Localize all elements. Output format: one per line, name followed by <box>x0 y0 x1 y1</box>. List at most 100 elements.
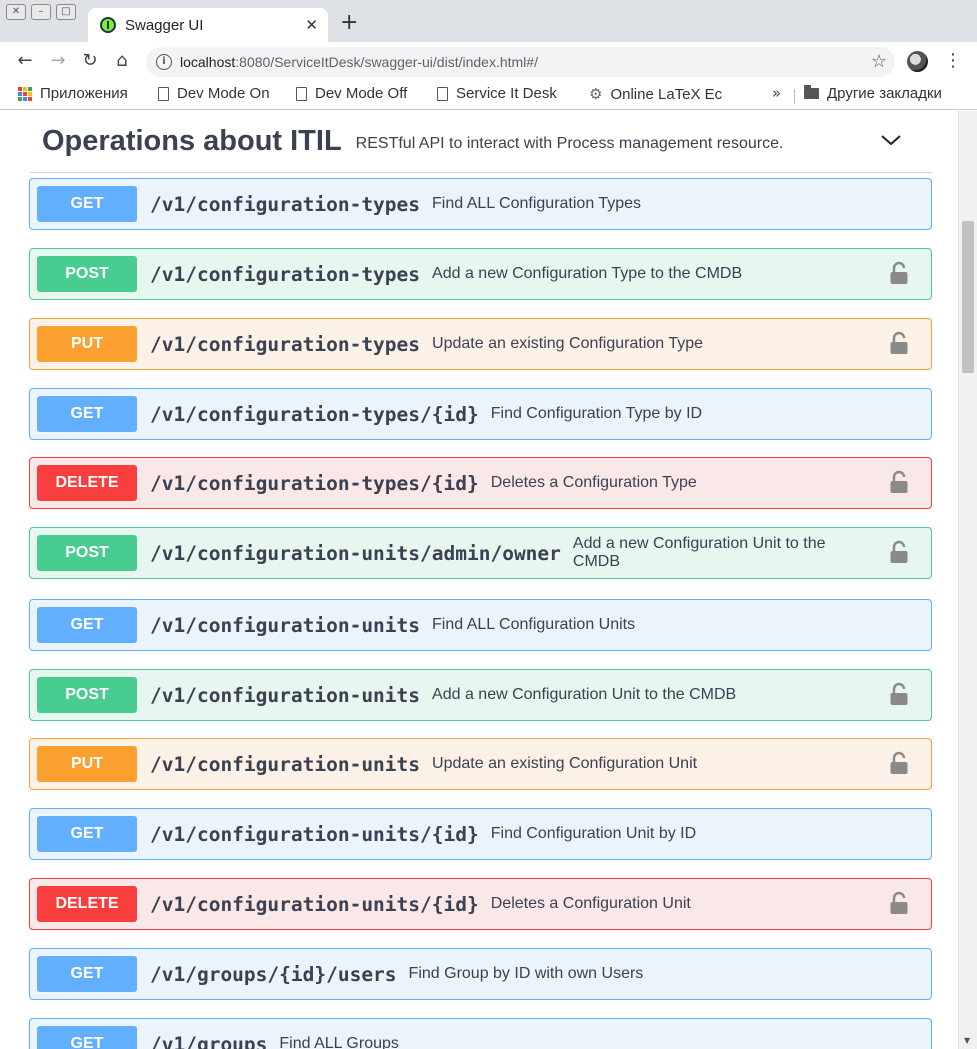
operation-summary: Deletes a Configuration Unit <box>490 895 691 912</box>
tab-close-icon[interactable]: ✕ <box>305 16 318 34</box>
operation-row-post[interactable]: POST/v1/configuration-units Add a new Con… <box>29 669 932 721</box>
tab-strip: ✕ – □ Swagger UI ✕ + <box>0 0 977 42</box>
operation-row-post[interactable]: POST/v1/configuration-types Add a new Con… <box>29 248 932 300</box>
method-badge: GET <box>37 816 137 852</box>
folder-icon <box>804 85 819 99</box>
apps-icon <box>18 86 32 101</box>
operation-row-put[interactable]: PUT/v1/configuration-types Update an exis… <box>29 318 932 370</box>
bookmark-online-latex[interactable]: ⚙ Online LaTeX Ec <box>589 85 727 103</box>
unlocked-padlock-icon[interactable] <box>889 891 909 915</box>
page-viewport: Operations about ITIL RESTful API to int… <box>0 111 958 1049</box>
operation-row-get[interactable]: GET/v1/groups/{id}/users Find Group by ID… <box>29 948 932 1000</box>
operation-row-get[interactable]: GET/v1/configuration-units/{id} Find Conf… <box>29 808 932 860</box>
operation-row-get[interactable]: GET/v1/groups Find ALL Groups <box>29 1018 932 1049</box>
operations-section-header[interactable]: Operations about ITIL RESTful API to int… <box>30 111 932 173</box>
unlocked-padlock-icon[interactable] <box>889 540 909 564</box>
unlocked-padlock-icon[interactable] <box>889 470 909 494</box>
window-maximize-button[interactable]: □ <box>56 4 76 20</box>
operation-summary: Add a new Configuration Unit to the CMDB <box>572 535 826 570</box>
section-description: RESTful API to interact with Process man… <box>355 134 784 152</box>
info-icon[interactable]: i <box>156 54 172 70</box>
operation-row-delete[interactable]: DELETE/v1/configuration-units/{id} Delete… <box>29 878 932 930</box>
operation-path: /v1/configuration-types/{id} <box>150 471 479 495</box>
scroll-down-arrow-icon[interactable]: ▼ <box>964 1036 970 1045</box>
operation-row-get[interactable]: GET/v1/configuration-types Find ALL Confi… <box>29 178 932 230</box>
bookmark-label: Dev Mode Off <box>315 85 408 102</box>
method-badge: GET <box>37 956 137 992</box>
operation-summary: Find ALL Configuration Types <box>432 195 642 212</box>
operation-path: /v1/configuration-types/{id} <box>150 402 479 426</box>
profile-avatar[interactable] <box>907 51 928 72</box>
home-icon[interactable]: ⌂ <box>111 50 133 72</box>
bookmark-dev-mode-off[interactable]: Dev Mode Off <box>296 85 407 102</box>
menu-kebab-icon[interactable]: ⋮ <box>944 50 962 71</box>
bookmark-dev-mode-on[interactable]: Dev Mode On <box>158 85 270 102</box>
unlocked-padlock-icon[interactable] <box>889 331 909 355</box>
unlocked-padlock-icon[interactable] <box>889 682 909 706</box>
operation-path: /v1/configuration-units/{id} <box>150 822 479 846</box>
operation-path: /v1/configuration-units <box>150 613 421 637</box>
method-badge: GET <box>37 1026 137 1049</box>
operation-summary: Find Configuration Type by ID <box>490 405 703 422</box>
operation-row-get[interactable]: GET/v1/configuration-units Find ALL Confi… <box>29 599 932 651</box>
method-badge: DELETE <box>37 465 137 501</box>
url-text[interactable]: localhost:8080/ServiceItDesk/swagger-ui/… <box>180 54 538 70</box>
gear-icon: ⚙ <box>589 85 603 103</box>
operation-summary: Find ALL Groups <box>279 1035 399 1049</box>
section-title: Operations about ITIL <box>42 125 342 157</box>
operation-summary: Update an existing Configuration Unit <box>432 755 698 772</box>
operation-row-post[interactable]: POST/v1/configuration-units/admin/owner A… <box>29 527 932 579</box>
url-host: localhost <box>180 54 236 70</box>
operation-path: /v1/configuration-units <box>150 683 421 707</box>
bookmark-label: Service It Desk <box>456 85 557 102</box>
scrollbar-thumb[interactable] <box>962 221 974 373</box>
operation-row-put[interactable]: PUT/v1/configuration-units Update an exis… <box>29 738 932 790</box>
operation-summary: Find Configuration Unit by ID <box>490 825 697 842</box>
operation-summary: Add a new Configuration Type to the CMDB <box>432 265 743 282</box>
bookmark-apps[interactable]: Приложения <box>18 85 128 102</box>
unlocked-padlock-icon[interactable] <box>889 261 909 285</box>
chevron-down-icon[interactable] <box>880 129 902 151</box>
unlocked-padlock-icon[interactable] <box>889 751 909 775</box>
bookmarks-bar: Приложения Dev Mode On Dev Mode Off Serv… <box>0 80 977 110</box>
page-icon <box>437 86 448 101</box>
method-badge: DELETE <box>37 886 137 922</box>
operation-row-get[interactable]: GET/v1/configuration-types/{id} Find Conf… <box>29 388 932 440</box>
method-badge: POST <box>37 535 137 571</box>
bookmarks-overflow-chevron[interactable]: » <box>772 84 781 102</box>
method-badge: GET <box>37 186 137 222</box>
bookmark-label: Online LaTeX Ec <box>610 85 723 103</box>
operation-path: /v1/configuration-units/{id} <box>150 892 479 916</box>
window-close-button[interactable]: ✕ <box>6 4 26 20</box>
reload-icon[interactable]: ↻ <box>79 50 101 72</box>
method-badge: POST <box>37 677 137 713</box>
operation-path: /v1/configuration-units <box>150 752 421 776</box>
back-arrow-icon[interactable]: ← <box>14 50 36 72</box>
method-badge: GET <box>37 396 137 432</box>
method-badge: POST <box>37 256 137 292</box>
operation-path: /v1/configuration-types <box>150 332 421 356</box>
bookmark-service-it-desk[interactable]: Service It Desk <box>437 85 565 102</box>
method-badge: PUT <box>37 326 137 362</box>
vertical-scrollbar[interactable]: ▼ <box>958 111 977 1049</box>
method-badge: PUT <box>37 746 137 782</box>
other-bookmarks-label: Другие закладки <box>827 85 942 102</box>
operation-path: /v1/groups/{id}/users <box>150 962 397 986</box>
divider <box>794 89 795 104</box>
other-bookmarks[interactable]: Другие закладки <box>804 85 942 102</box>
operation-path: /v1/groups <box>150 1032 268 1049</box>
new-tab-icon[interactable]: + <box>340 12 358 34</box>
address-bar[interactable]: i localhost:8080/ServiceItDesk/swagger-u… <box>146 47 895 77</box>
browser-tab[interactable]: Swagger UI ✕ <box>88 8 328 42</box>
operation-path: /v1/configuration-types <box>150 262 421 286</box>
page-icon <box>296 86 307 101</box>
swagger-favicon-icon <box>100 17 116 33</box>
operation-summary: Find ALL Configuration Units <box>432 616 636 633</box>
operation-summary: Deletes a Configuration Type <box>490 474 697 491</box>
operation-summary: Add a new Configuration Unit to the CMDB <box>432 686 737 703</box>
operation-row-delete[interactable]: DELETE/v1/configuration-types/{id} Delete… <box>29 457 932 509</box>
page-icon <box>158 86 169 101</box>
window-minimize-button[interactable]: – <box>31 4 51 20</box>
forward-arrow-icon[interactable]: → <box>47 50 69 72</box>
bookmark-star-icon[interactable]: ☆ <box>871 51 887 72</box>
